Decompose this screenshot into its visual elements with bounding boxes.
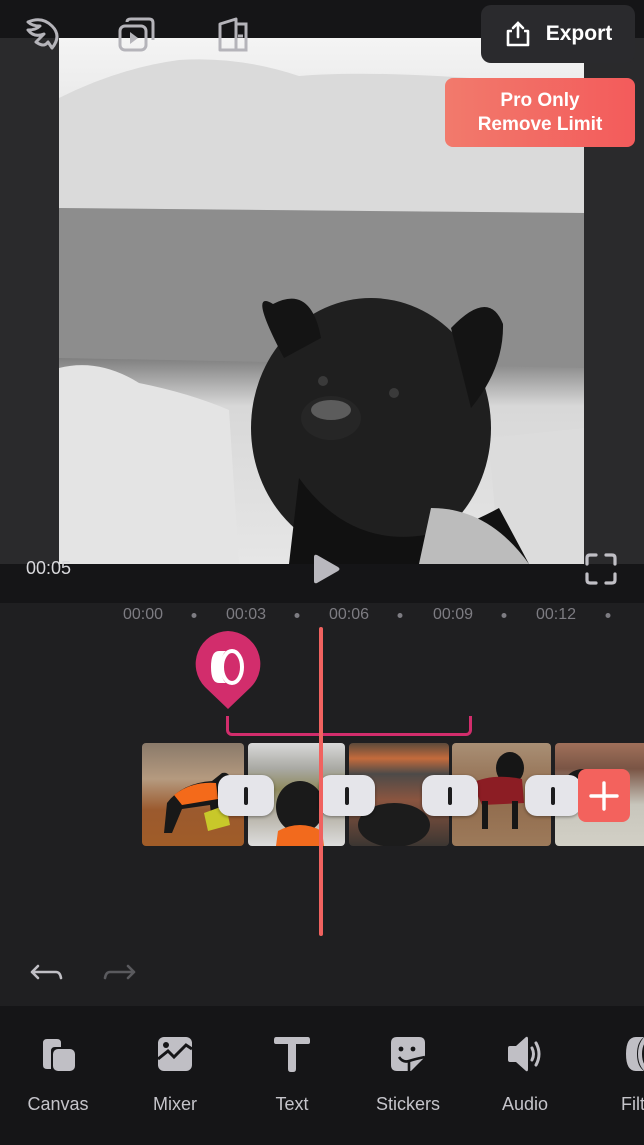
- transition-icon: [244, 786, 248, 805]
- text-icon: [274, 1037, 310, 1072]
- tick-dot: [501, 613, 507, 618]
- effect-marker[interactable]: [193, 629, 263, 709]
- tick-label: 00:09: [432, 606, 474, 623]
- tool-canvas[interactable]: Canvas: [3, 1033, 113, 1115]
- transition-icon: [551, 786, 555, 805]
- export-button[interactable]: Export: [481, 5, 635, 63]
- current-time: 00:05: [26, 558, 72, 578]
- tick-dot: [397, 613, 403, 618]
- tool-stickers[interactable]: Stickers: [353, 1033, 463, 1115]
- effect-range-bracket[interactable]: [226, 716, 472, 736]
- canvas-icon: [43, 1039, 75, 1071]
- templates-icon[interactable]: [22, 14, 64, 56]
- transition-button[interactable]: [422, 775, 478, 816]
- add-clip-button[interactable]: [578, 769, 630, 822]
- play-icon: [314, 554, 340, 584]
- tool-label: Filter: [621, 1094, 644, 1114]
- undo-icon: [30, 964, 63, 980]
- playhead[interactable]: [319, 627, 323, 936]
- tool-label: Stickers: [375, 1094, 440, 1114]
- tick-label: 00:00: [122, 606, 164, 623]
- redo-icon: [103, 964, 136, 980]
- tool-label: Audio: [501, 1094, 549, 1114]
- projects-icon[interactable]: [212, 14, 254, 56]
- tick-label: 00:12: [535, 606, 577, 623]
- redo-button: [102, 960, 138, 988]
- pro-remove-limit-button[interactable]: Pro Only Remove Limit: [445, 78, 635, 147]
- undo-button[interactable]: [28, 960, 64, 988]
- tool-text[interactable]: Text: [237, 1033, 347, 1115]
- tool-mixer[interactable]: Mixer: [120, 1033, 230, 1115]
- fullscreen-icon: [585, 553, 617, 585]
- stickers-icon: [391, 1037, 426, 1071]
- tool-audio[interactable]: Audio: [470, 1033, 580, 1115]
- tool-label: Mixer: [153, 1094, 197, 1114]
- tool-filter[interactable]: Filter: [586, 1033, 644, 1115]
- tick-dot: [294, 613, 300, 618]
- audio-icon: [508, 1036, 541, 1072]
- transition-button[interactable]: [218, 775, 274, 816]
- slideshow-icon[interactable]: [117, 14, 159, 56]
- tick-dot: [605, 613, 611, 618]
- transition-icon: [345, 786, 349, 805]
- play-button[interactable]: [311, 553, 341, 585]
- plus-icon: [589, 780, 619, 811]
- share-icon: [506, 21, 530, 47]
- transition-icon: [448, 786, 452, 805]
- tick-label: 00:06: [328, 606, 370, 623]
- export-label: Export: [545, 22, 613, 45]
- tick-label: 00:03: [225, 606, 267, 623]
- tick-dot: [191, 613, 197, 618]
- fullscreen-button[interactable]: [584, 552, 618, 586]
- remove-limit-label: Remove Limit: [477, 113, 603, 135]
- tool-label: Text: [275, 1094, 309, 1114]
- pro-label: Pro Only: [500, 89, 580, 111]
- mixer-icon: [157, 1037, 193, 1071]
- tool-label: Canvas: [27, 1094, 89, 1114]
- transition-button[interactable]: [319, 775, 375, 816]
- transition-button[interactable]: [525, 775, 581, 816]
- filter-icon: [626, 1037, 644, 1071]
- timeline-ruler[interactable]: 00:00 00:03 00:06 00:09 00:12: [0, 603, 644, 627]
